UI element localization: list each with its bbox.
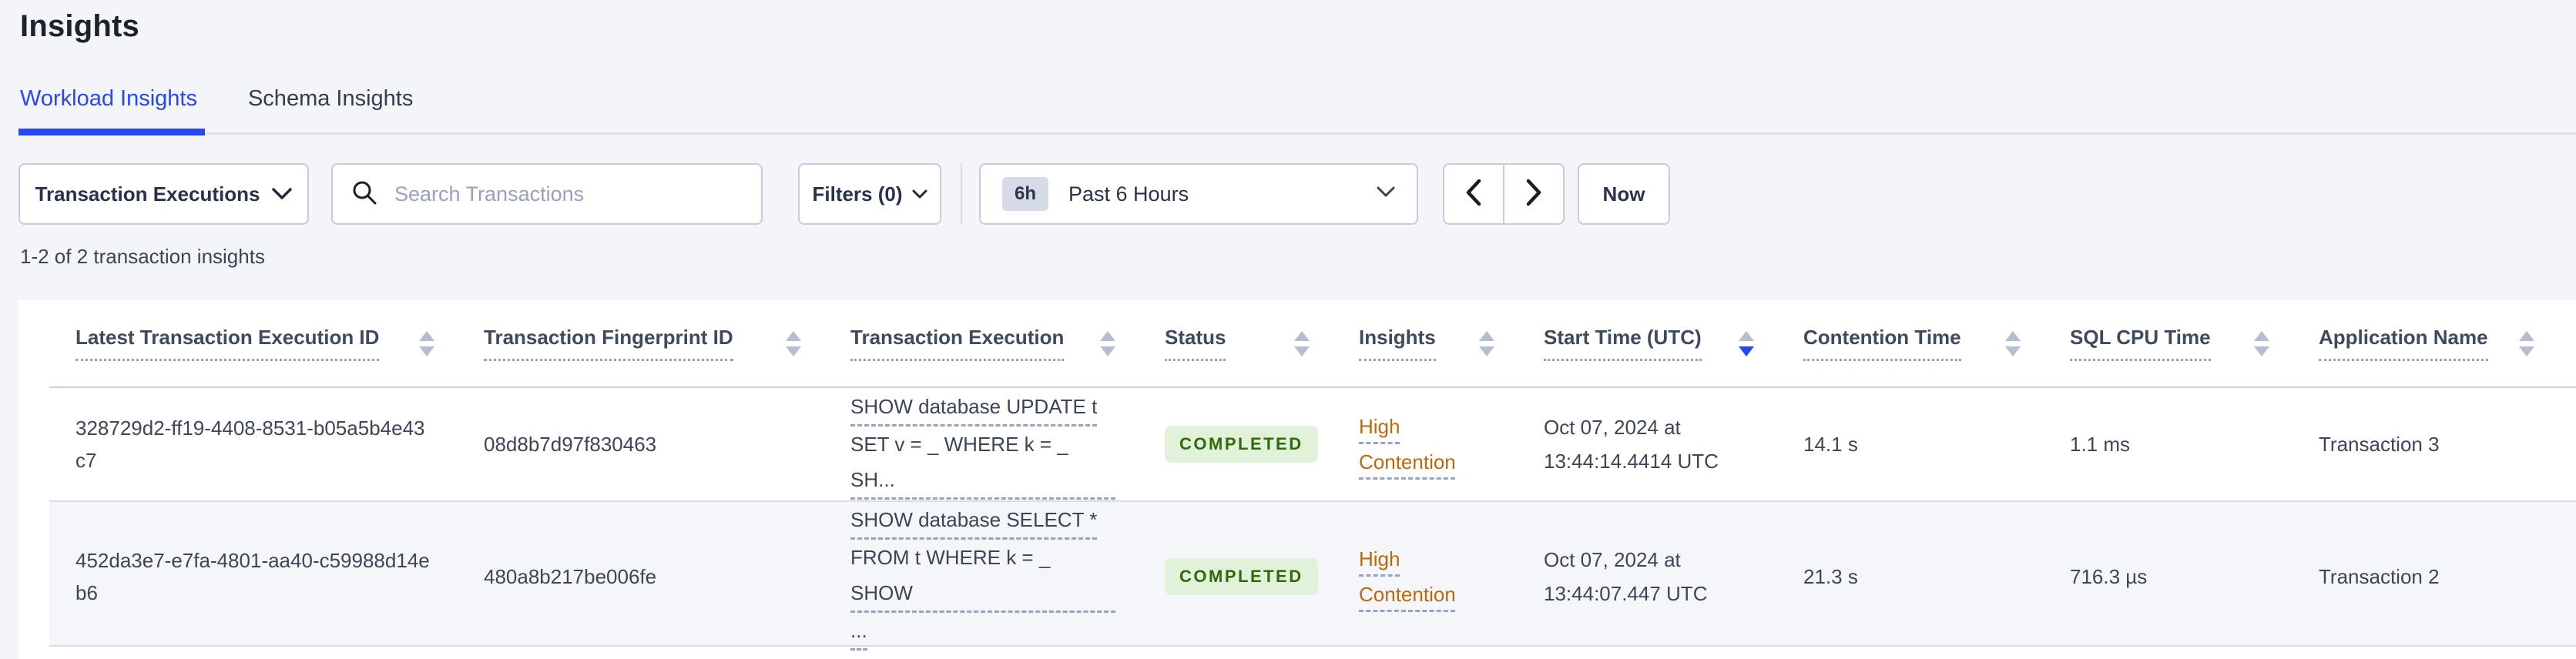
- chevron-down-icon: [1377, 186, 1395, 202]
- active-tab-indicator: [18, 129, 205, 135]
- tab-bar-divider: [18, 132, 2576, 135]
- status-cell: COMPLETED: [1139, 388, 1333, 500]
- transaction-statement-link[interactable]: SET v = _ WHERE k = _ SH...: [850, 427, 1115, 500]
- previous-time-range-button[interactable]: [1443, 163, 1504, 225]
- toolbar-divider: [961, 163, 962, 225]
- high-contention-link[interactable]: High Contention: [1359, 409, 1482, 480]
- chevron-down-icon: [272, 188, 293, 200]
- fingerprint-id-cell: 08d8b7d97f830463: [484, 433, 657, 456]
- insights-cell: High Contention: [1333, 388, 1518, 500]
- execution-id-cell: 328729d2-ff19-4408-8531-b05a5b4e43c7: [75, 416, 425, 472]
- column-header-status: Status: [1139, 300, 1333, 386]
- sort-control[interactable]: [2005, 330, 2021, 356]
- fingerprint-id-cell: 480a8b217be006fe: [484, 564, 657, 588]
- sort-control[interactable]: [1100, 330, 1115, 356]
- column-header-execution-id: Latest Transaction Execution ID: [49, 300, 458, 386]
- transaction-type-dropdown[interactable]: Transaction Executions: [18, 163, 309, 225]
- execution-id-cell: 452da3e7-e7fa-4801-aa40-c59988d14eb6: [75, 548, 430, 604]
- column-header-start-time: Start Time (UTC): [1518, 300, 1777, 386]
- tab-workload-insights[interactable]: Workload Insights: [20, 86, 197, 112]
- chevron-down-icon: [912, 189, 927, 199]
- chevron-left-icon: [1466, 179, 1481, 209]
- time-range-label: Past 6 Hours: [1068, 182, 1189, 206]
- insights-cell: High Contention: [1333, 502, 1518, 651]
- filters-dropdown-label: Filters (0): [812, 182, 903, 206]
- column-header-transaction-execution: Transaction Execution: [824, 300, 1139, 386]
- status-cell: COMPLETED: [1139, 502, 1333, 651]
- sql-cpu-time-cell: 1.1 ms: [2070, 433, 2131, 456]
- table-row: 452da3e7-e7fa-4801-aa40-c59988d14eb6 480…: [49, 502, 2576, 651]
- next-time-range-button[interactable]: [1504, 163, 1565, 225]
- insights-page: Insights Workload Insights Schema Insigh…: [0, 0, 2576, 659]
- status-badge: COMPLETED: [1165, 557, 1318, 595]
- results-count: 1-2 of 2 transaction insights: [20, 245, 265, 268]
- time-range-badge: 6h: [1002, 177, 1049, 211]
- time-range-picker[interactable]: 6h Past 6 Hours: [979, 163, 1418, 225]
- transaction-execution-cell: SHOW database UPDATE t SET v = _ WHERE k…: [824, 388, 1139, 500]
- search-box: [331, 163, 763, 225]
- transaction-statement-link[interactable]: SHOW database UPDATE t: [850, 389, 1098, 427]
- sql-cpu-time-cell: 716.3 µs: [2070, 564, 2148, 588]
- sort-control-active-desc[interactable]: [1739, 330, 1754, 356]
- sort-control[interactable]: [419, 330, 434, 356]
- sort-control[interactable]: [1294, 330, 1310, 356]
- column-header-insights: Insights: [1333, 300, 1518, 386]
- transaction-type-dropdown-label: Transaction Executions: [35, 182, 260, 206]
- page-title: Insights: [20, 9, 139, 43]
- column-header-contention-time: Contention Time: [1777, 300, 2044, 386]
- column-header-application-name: Application Name: [2293, 300, 2558, 386]
- transaction-statement-link[interactable]: ...: [850, 613, 867, 651]
- sort-control[interactable]: [1479, 330, 1494, 356]
- status-badge: COMPLETED: [1165, 426, 1318, 463]
- column-header-sql-cpu-time: SQL CPU Time: [2044, 300, 2293, 386]
- transaction-execution-cell: SHOW database SELECT * FROM t WHERE k = …: [824, 502, 1139, 651]
- chevron-right-icon: [1526, 179, 1541, 209]
- transaction-statement-link[interactable]: SHOW database SELECT *: [850, 502, 1098, 540]
- insights-table: Latest Transaction Execution ID Transact…: [49, 300, 2576, 651]
- contention-time-cell: 21.3 s: [1803, 564, 1858, 588]
- contention-time-cell: 14.1 s: [1803, 433, 1858, 456]
- sort-control[interactable]: [786, 330, 801, 356]
- column-header-fingerprint-id: Transaction Fingerprint ID: [458, 300, 824, 386]
- tab-bar: Workload Insights Schema Insights: [20, 86, 413, 112]
- table-row: 328729d2-ff19-4408-8531-b05a5b4e43c7 08d…: [49, 388, 2576, 502]
- start-time-cell: Oct 07, 2024 at 13:44:14.4414 UTC: [1544, 416, 1719, 473]
- search-input[interactable]: [393, 181, 743, 207]
- search-icon: [351, 179, 377, 209]
- now-button-label: Now: [1602, 182, 1645, 206]
- high-contention-link[interactable]: High Contention: [1359, 541, 1482, 612]
- sort-control[interactable]: [2519, 330, 2534, 356]
- time-range-nav: [1443, 163, 1565, 225]
- filters-dropdown[interactable]: Filters (0): [798, 163, 941, 225]
- now-button[interactable]: Now: [1578, 163, 1670, 225]
- transaction-statement-link[interactable]: FROM t WHERE k = _ SHOW: [850, 540, 1115, 613]
- application-name-cell: Transaction 2: [2319, 564, 2440, 588]
- insights-table-card: Latest Transaction Execution ID Transact…: [18, 300, 2576, 659]
- application-name-cell: Transaction 3: [2319, 433, 2440, 456]
- table-header-row: Latest Transaction Execution ID Transact…: [49, 300, 2576, 388]
- tab-schema-insights[interactable]: Schema Insights: [248, 86, 413, 112]
- start-time-cell: Oct 07, 2024 at 13:44:07.447 UTC: [1544, 547, 1708, 605]
- sort-control[interactable]: [2254, 330, 2269, 356]
